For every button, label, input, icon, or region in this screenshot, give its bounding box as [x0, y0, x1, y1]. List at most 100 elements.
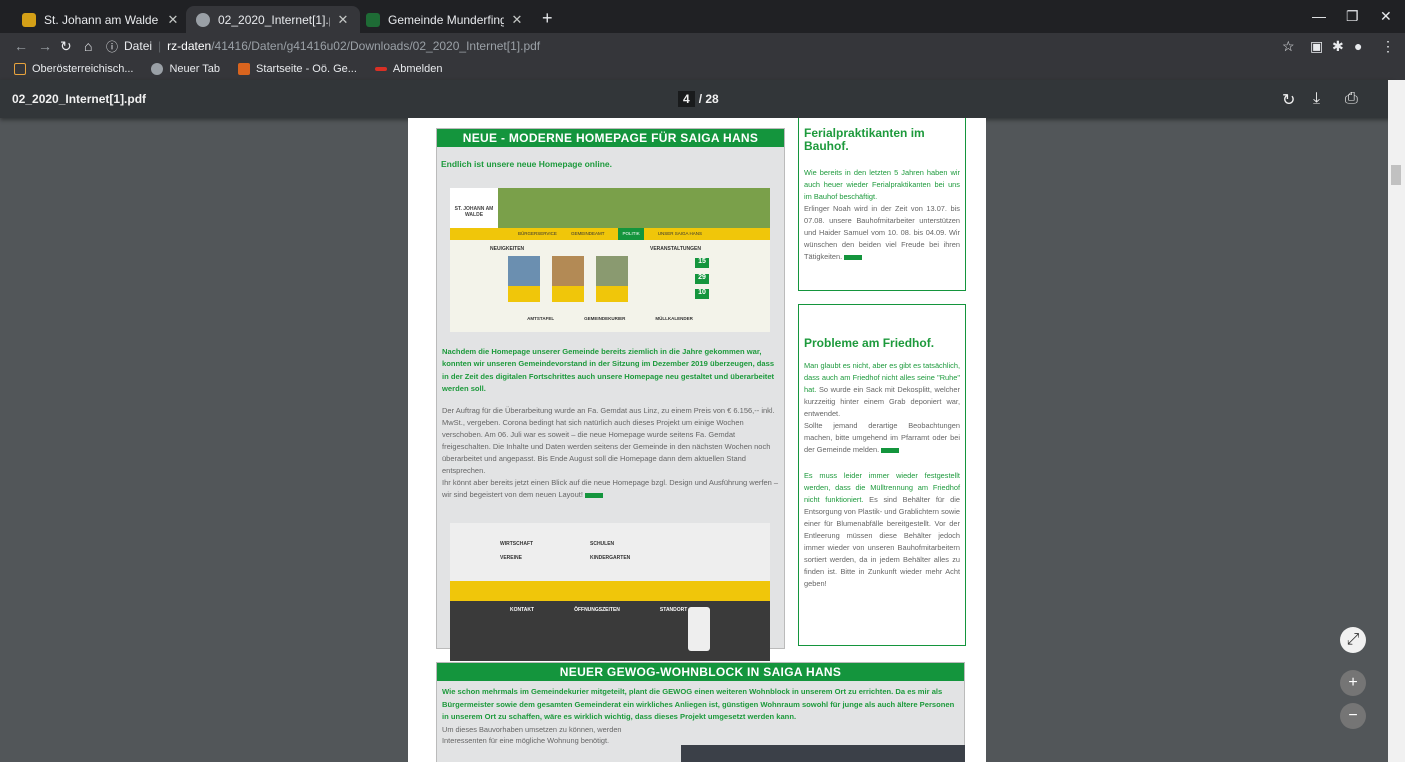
address-bar[interactable]: ⓘ Datei | rz-daten/41416/Daten/g41416u02… [106, 36, 1291, 56]
site-heading: VERANSTALTUNGEN [650, 246, 701, 252]
bookmark-item[interactable]: Abmelden [374, 63, 442, 75]
profile-icon[interactable]: ● [1354, 38, 1362, 54]
site-favicon-icon [366, 12, 380, 27]
reload-icon[interactable]: ↻ [60, 38, 72, 55]
logout-icon [374, 67, 387, 71]
pdf-filename: 02_2020_Internet[1].pdf [12, 92, 147, 106]
minimize-button[interactable]: — [1312, 8, 1326, 24]
pdf-page: NEUE - MODERNE HOMEPAGE FÜR SAIGA HANS E… [408, 118, 986, 762]
site-contact-row: KONTAKT ÖFFNUNGSZEITEN STANDORT [450, 607, 770, 613]
site-favicon-icon [22, 12, 36, 27]
site-footer-links: AMTSTAFEL GEMEINDEKURIER MÜLLKALENDER [450, 316, 770, 321]
rotate-icon[interactable]: ↻ [1282, 90, 1295, 110]
article-title: NEUER GEWOG-WOHNBLOCK IN SAIGA HANS [437, 663, 964, 681]
globe-icon [151, 63, 164, 75]
site-menu-item: POLITIK [618, 228, 644, 240]
site-logo: ST. JOHANN AM WALDE [450, 188, 498, 228]
close-icon[interactable]: ✕ [510, 12, 524, 28]
download-icon[interactable]: ⤓ [1313, 90, 1320, 108]
footer-link: AMTSTAFEL [527, 316, 555, 321]
forward-arrow-icon[interactable]: → [38, 38, 52, 54]
tab-title: St. Johann am Walde - Home - B [44, 12, 160, 27]
info-icon[interactable]: ⓘ [106, 38, 118, 55]
home-icon[interactable]: ⌂ [84, 38, 92, 54]
close-window-button[interactable]: ✕ [1380, 8, 1392, 25]
scrollbar[interactable] [1388, 80, 1405, 762]
divider: | [158, 39, 162, 53]
sidebar-text: Erlinger Noah wird in der Zeit von 13.07… [804, 203, 960, 263]
sidebar-title: Probleme am Friedhof. [804, 336, 935, 350]
sidebar-title: Ferialpraktikanten im Bauhof. [804, 126, 925, 153]
sidebar-text-span: So wurde ein Sack mit Dekosplitt, welche… [804, 385, 960, 454]
sidebar-ferialpraktikanten: Ferialpraktikanten im Bauhof. Wie bereit… [798, 118, 966, 291]
close-icon[interactable]: ✕ [166, 12, 180, 28]
event-date: 15 [695, 258, 709, 268]
tab-title: Gemeinde Munderfing [388, 12, 504, 27]
bookmark-item[interactable]: Neuer Tab [151, 63, 220, 75]
sidebar-text-span: Es sind Behälter für die Entsorgung von … [804, 495, 960, 588]
bookmark-label: Startseite - Oö. Ge... [256, 63, 357, 75]
pdf-toolbar: 02_2020_Internet[1].pdf 4 / 28 ↻ ⤓ ⎙ [0, 80, 1394, 118]
star-icon[interactable]: ☆ [1282, 38, 1295, 55]
puzzle-icon[interactable]: ✱ [1332, 38, 1344, 55]
sidebar-text: Man glaubt es nicht, aber es gibt es tat… [804, 360, 960, 456]
end-mark-icon [844, 254, 863, 260]
site-menu-item: BÜRGERSERVICE [518, 231, 557, 236]
article-body: Um dieses Bauvorhaben umsetzen zu können… [442, 724, 622, 745]
security-label: Datei [124, 39, 153, 53]
new-tab-button[interactable]: + [542, 8, 553, 29]
sidebar-text: Wie bereits in den letzten 5 Jahren habe… [804, 168, 960, 201]
browser-toolbar: ← → ↻ ⌂ ⓘ Datei | rz-daten/41416/Daten/g… [0, 33, 1405, 58]
bookmark-item[interactable]: Startseite - Oö. Ge... [238, 63, 357, 75]
tab-st-johann[interactable]: St. Johann am Walde - Home - B ✕ [12, 6, 190, 33]
bookmark-item[interactable]: Oberösterreichisch... [14, 63, 133, 75]
tab-munderfing[interactable]: Gemeinde Munderfing ✕ [356, 6, 534, 33]
homepage-screenshot-footer: WIRTSCHAFT SCHULEN VEREINE KINDERGARTEN … [450, 523, 770, 661]
tab-strip: St. Johann am Walde - Home - B ✕ 02_2020… [0, 0, 1405, 33]
article-body-text: Der Auftrag für die Überarbeitung wurde … [442, 406, 779, 499]
site-tile: VEREINE [500, 555, 522, 561]
site-tile: WIRTSCHAFT [500, 541, 534, 547]
site-menu: BÜRGERSERVICE GEMEINDEAMT POLITIK UNSER … [450, 228, 770, 240]
page-number-input[interactable]: 4 [678, 91, 695, 107]
sidebar-friedhof: Probleme am Friedhof. Man glaubt es nich… [798, 304, 966, 646]
footer-heading: KONTAKT [510, 607, 535, 613]
footer-heading: ÖFFNUNGSZEITEN [574, 607, 620, 613]
site-menu-item: UNSER SAIGA HANS [657, 231, 702, 236]
article-lead: Wie schon mehrmals im Gemeindekurier mit… [442, 687, 955, 722]
end-mark-icon [585, 492, 604, 498]
site-heading: NEUIGKEITEN [490, 246, 525, 252]
event-date: 10 [695, 289, 709, 299]
footer-link: GEMEINDEKURIER [584, 316, 626, 321]
url-path: /41416/Daten/g41416u02/Downloads/02_2020… [211, 39, 541, 53]
menu-icon[interactable]: ⋮ [1381, 38, 1395, 55]
tab-title: 02_2020_Internet[1].pdf [218, 12, 330, 27]
sidebar-text-span: Erlinger Noah wird in der Zeit von 13.07… [804, 204, 960, 261]
fit-page-button[interactable]: ⤢ [1340, 627, 1366, 653]
site-tiles: WIRTSCHAFT SCHULEN VEREINE KINDERGARTEN [500, 541, 670, 561]
close-icon[interactable]: ✕ [336, 12, 350, 28]
scrollbar-thumb[interactable] [1391, 165, 1401, 185]
bookmark-label: Oberösterreichisch... [32, 63, 134, 75]
print-icon[interactable]: ⎙ [1345, 90, 1358, 108]
zoom-in-button[interactable]: + [1340, 670, 1366, 696]
building-photo [681, 745, 965, 762]
restore-button[interactable]: ❐ [1346, 8, 1359, 25]
url-host: rz-daten [167, 39, 212, 53]
footer-heading: STANDORT [659, 607, 688, 613]
page-icon [14, 63, 26, 75]
tab-pdf[interactable]: 02_2020_Internet[1].pdf ✕ [186, 6, 360, 33]
homepage-screenshot: ST. JOHANN AM WALDE BÜRGERSERVICE GEMEIN… [450, 188, 770, 332]
back-arrow-icon[interactable]: ← [14, 38, 28, 54]
page-total: / 28 [698, 92, 719, 106]
site-menu-item: GEMEINDEAMT [570, 231, 605, 236]
grid-icon [238, 63, 251, 75]
article-gewog: NEUER GEWOG-WOHNBLOCK IN SAIGA HANS Wie … [436, 662, 965, 762]
article-lead: Nachdem die Homepage unserer Gemeinde be… [442, 347, 775, 393]
globe-icon [196, 12, 210, 27]
end-mark-icon [881, 447, 900, 453]
article-body: Der Auftrag für die Überarbeitung wurde … [442, 405, 782, 501]
extension-icon[interactable]: ▣ [1310, 38, 1323, 55]
zoom-out-button[interactable]: − [1340, 703, 1366, 729]
site-tile: KINDERGARTEN [590, 555, 631, 561]
